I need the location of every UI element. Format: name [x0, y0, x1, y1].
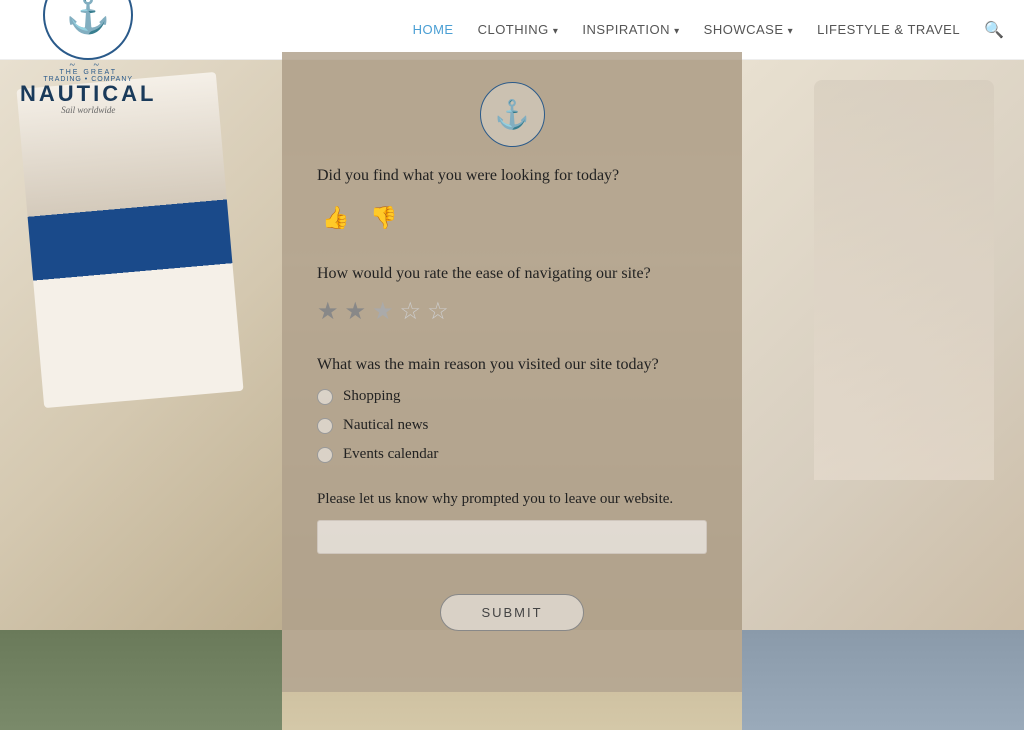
nav-lifestyle[interactable]: LIFESTYLE & TRAVEL [817, 22, 960, 37]
thumbs-row: 👍 👎 [317, 199, 707, 237]
nav-links: HOME CLOTHING ▾ INSPIRATION ▾ SHOWCASE ▾… [413, 20, 1004, 40]
logo-circle: ⚓ [43, 0, 133, 60]
star-3[interactable]: ★ [372, 297, 394, 326]
bottom-left-image [0, 630, 282, 730]
star-1[interactable]: ★ [317, 297, 339, 326]
nav-inspiration[interactable]: INSPIRATION ▾ [582, 22, 679, 37]
radio-shopping[interactable]: Shopping [317, 388, 707, 405]
anchor-icon: ⚓ [66, 0, 111, 33]
radio-nautical-label: Nautical news [343, 417, 428, 434]
radio-circle-2 [317, 418, 333, 434]
thumbs-up-button[interactable]: 👍 [317, 199, 355, 237]
submit-row: SUBMIT [317, 594, 707, 631]
search-icon[interactable]: 🔍 [984, 20, 1004, 40]
logo-tagline: Sail worldwide [61, 105, 115, 115]
bottom-right-image [742, 630, 1024, 730]
thumbs-down-button[interactable]: 👎 [365, 199, 403, 237]
nav-clothing[interactable]: CLOTHING ▾ [478, 22, 559, 37]
question1-text: Did you find what you were looking for t… [317, 167, 707, 185]
question4-text: Please let us know why prompted you to l… [317, 491, 707, 508]
radio-group: Shopping Nautical news Events calendar [317, 388, 707, 463]
nav-showcase[interactable]: SHOWCASE ▾ [704, 22, 794, 37]
modal-logo: ⚓ [317, 82, 707, 147]
thumbs-up-icon: 👍 [322, 205, 349, 231]
logo-nautical: NAUTICAL [20, 83, 156, 105]
star-rating: ★ ★ ★ ☆ ☆ [317, 297, 707, 326]
radio-shopping-label: Shopping [343, 388, 401, 405]
star-5[interactable]: ☆ [427, 297, 449, 326]
radio-circle-3 [317, 447, 333, 463]
submit-button[interactable]: SUBMIT [440, 594, 583, 631]
question3-text: What was the main reason you visited our… [317, 356, 707, 374]
navigation: ⚓ ~ ~ THE GREAT TRADING • COMPANY NAUTIC… [0, 0, 1024, 60]
survey-modal: ⚓ Did you find what you were looking for… [282, 52, 742, 692]
logo: ⚓ ~ ~ THE GREAT TRADING • COMPANY NAUTIC… [20, 0, 156, 115]
radio-events[interactable]: Events calendar [317, 446, 707, 463]
star-2[interactable]: ★ [345, 297, 367, 326]
logo-text-top: THE GREAT [59, 69, 117, 76]
star-4[interactable]: ☆ [400, 297, 422, 326]
radio-circle-1 [317, 389, 333, 405]
nav-home[interactable]: HOME [413, 22, 454, 37]
radio-nautical-news[interactable]: Nautical news [317, 417, 707, 434]
modal-logo-inner: ⚓ [480, 82, 545, 147]
thumbs-down-icon: 👎 [370, 205, 397, 231]
radio-events-label: Events calendar [343, 446, 438, 463]
modal-anchor-icon: ⚓ [495, 98, 530, 132]
question2-text: How would you rate the ease of navigatin… [317, 265, 707, 283]
leave-reason-input[interactable] [317, 520, 707, 554]
